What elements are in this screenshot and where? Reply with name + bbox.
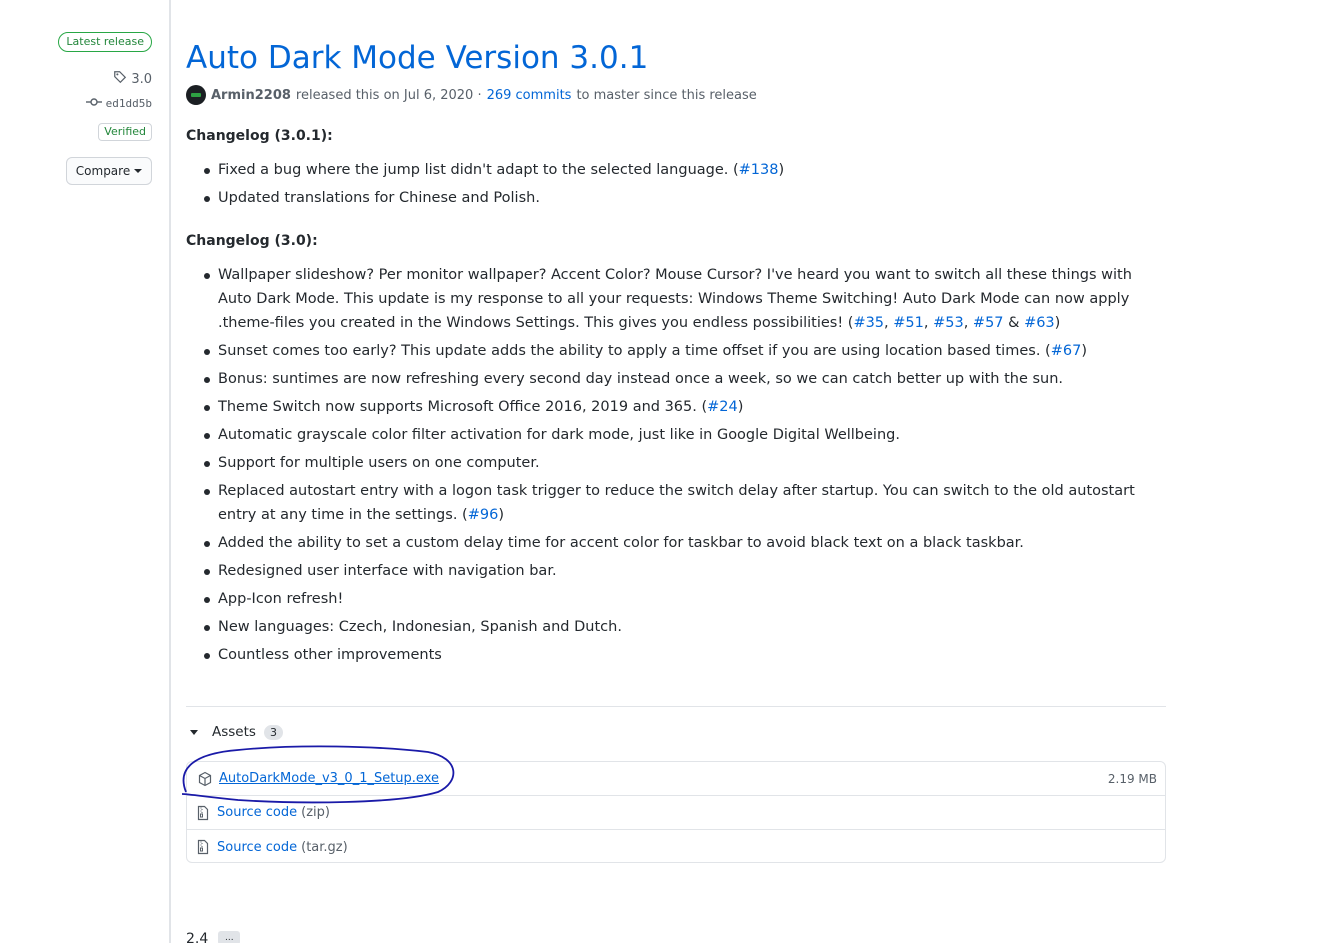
issue-link[interactable]: #24 <box>707 399 738 415</box>
list-item: Support for multiple users on one comput… <box>186 451 1166 475</box>
tag-label: 3.0 <box>131 71 152 87</box>
caret-down-icon <box>190 729 198 735</box>
asset-size: 2.19 MB <box>1107 771 1157 786</box>
list-item: Redesigned user interface with navigatio… <box>186 559 1166 583</box>
next-release-title[interactable]: 2.4 <box>186 931 208 943</box>
list-item: Countless other improvements <box>186 643 1166 667</box>
tag-link[interactable]: 3.0 <box>113 70 152 88</box>
commit-icon <box>85 97 102 110</box>
asset-row: Source code (tar.gz) <box>187 830 1165 864</box>
tag-icon <box>113 70 127 88</box>
release-body: Auto Dark Mode Version 3.0.1 Armin2208 r… <box>186 38 1166 671</box>
compare-label: Compare <box>75 164 131 178</box>
list-item: Theme Switch now supports Microsoft Offi… <box>186 395 1166 419</box>
author-link[interactable]: Armin2208 <box>211 88 291 103</box>
list-item: Updated translations for Chinese and Pol… <box>186 186 1166 210</box>
issue-link[interactable]: #63 <box>1024 315 1055 331</box>
list-item: New languages: Czech, Indonesian, Spanis… <box>186 615 1166 639</box>
issue-link[interactable]: #138 <box>739 162 779 178</box>
changelog-301-list: Fixed a bug where the jump list didn't a… <box>186 158 1166 210</box>
source-zip-suffix: (zip) <box>301 805 330 820</box>
issue-link[interactable]: #67 <box>1051 343 1082 359</box>
asset-row: Source code (zip) <box>187 796 1165 830</box>
list-item: App-Icon refresh! <box>186 587 1166 611</box>
list-item: Sunset comes too early? This update adds… <box>186 339 1166 363</box>
chevron-down-icon <box>134 169 143 173</box>
source-targz-link[interactable]: Source code <box>217 840 297 855</box>
issue-link[interactable]: #57 <box>973 315 1004 331</box>
list-item: Replaced autostart entry with a logon ta… <box>186 479 1166 527</box>
assets-divider <box>186 706 1166 707</box>
issue-link[interactable]: #96 <box>468 507 499 523</box>
verified-badge[interactable]: Verified <box>98 123 152 141</box>
asset-download-link[interactable]: AutoDarkMode_v3_0_1_Setup.exe <box>219 771 439 786</box>
list-item: Added the ability to set a custom delay … <box>186 531 1166 555</box>
changelog-301-heading: Changelog (3.0.1): <box>186 128 333 144</box>
issue-link[interactable]: #35 <box>853 315 884 331</box>
package-icon <box>197 771 213 787</box>
more-button[interactable]: ... <box>218 931 241 943</box>
source-zip-link[interactable]: Source code <box>217 805 297 820</box>
next-release-peek: 2.4 ... <box>186 931 241 943</box>
release-sidebar: Latest release 3.0 ed1dd5b Verified Comp… <box>0 0 170 943</box>
latest-release-badge: Latest release <box>58 32 152 52</box>
assets-list: AutoDarkMode_v3_0_1_Setup.exe 2.19 MB So… <box>186 761 1166 863</box>
compare-button[interactable]: Compare <box>66 157 152 185</box>
issue-link[interactable]: #53 <box>933 315 964 331</box>
file-zip-icon <box>195 839 211 855</box>
release-meta: Armin2208 released this on Jul 6, 2020 ·… <box>186 85 1166 105</box>
release-title[interactable]: Auto Dark Mode Version 3.0.1 <box>186 38 1166 78</box>
issue-link[interactable]: #51 <box>893 315 924 331</box>
changelog-30-heading: Changelog (3.0): <box>186 233 318 249</box>
file-zip-icon <box>195 805 211 821</box>
source-targz-suffix: (tar.gz) <box>301 839 348 855</box>
assets-toggle[interactable]: Assets 3 <box>186 724 283 740</box>
commit-sha: ed1dd5b <box>105 97 152 110</box>
assets-count: 3 <box>263 724 283 740</box>
list-item: Automatic grayscale color filter activat… <box>186 423 1166 447</box>
avatar[interactable] <box>186 85 206 105</box>
asset-row: AutoDarkMode_v3_0_1_Setup.exe 2.19 MB <box>187 762 1165 796</box>
released-text: released this on Jul 6, 2020 · <box>295 87 482 103</box>
list-item: Fixed a bug where the jump list didn't a… <box>186 158 1166 182</box>
changelog-30-list: Wallpaper slideshow? Per monitor wallpap… <box>186 263 1166 667</box>
list-item: Bonus: suntimes are now refreshing every… <box>186 367 1166 391</box>
commits-suffix: to master since this release <box>576 87 757 103</box>
timeline-divider <box>169 0 171 943</box>
commits-link[interactable]: 269 commits <box>487 88 572 103</box>
commit-link[interactable]: ed1dd5b <box>85 97 152 110</box>
assets-label: Assets <box>212 724 256 740</box>
list-item: Wallpaper slideshow? Per monitor wallpap… <box>186 263 1166 335</box>
